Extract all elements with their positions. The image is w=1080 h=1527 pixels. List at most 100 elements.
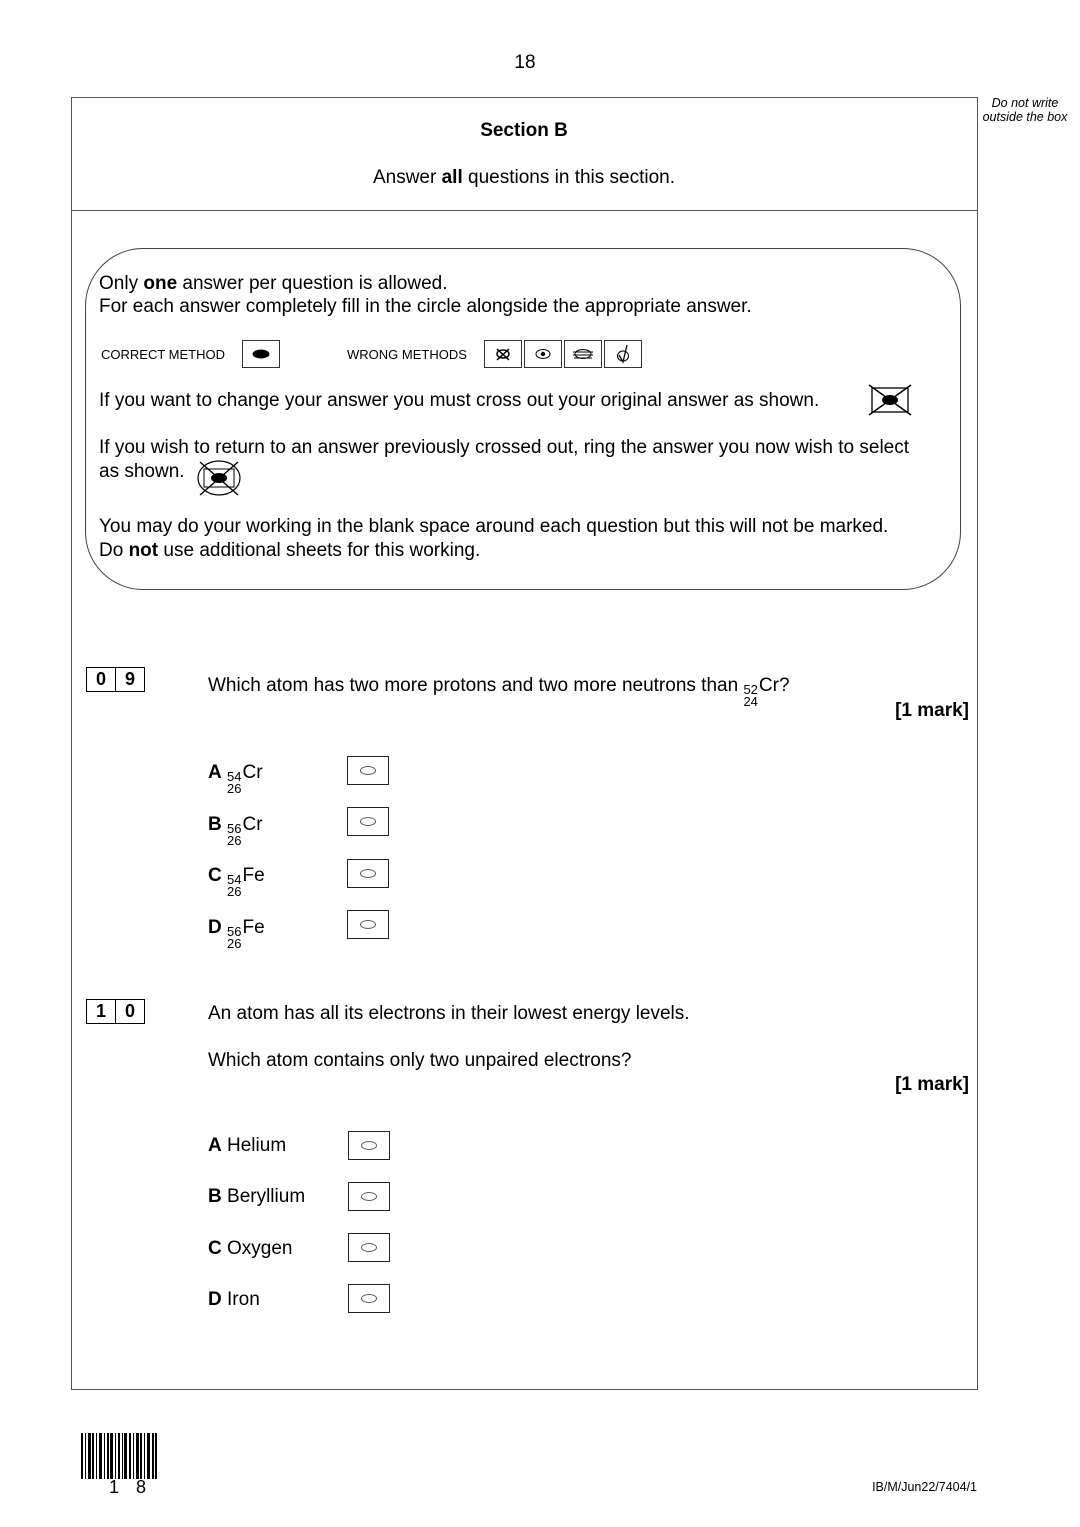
text: Only	[99, 273, 144, 294]
question-text: Which atom has two more protons and two …	[208, 675, 744, 696]
question-digit: 1	[95, 1001, 106, 1021]
oval-icon	[360, 817, 376, 826]
instruction-return-answer-2: as shown.	[99, 461, 185, 482]
option-letter: B	[208, 814, 222, 835]
wrong-dot-example	[524, 340, 562, 368]
option-09-c: C 54 26 Fe	[208, 864, 265, 898]
atomic-number: 26	[227, 781, 242, 796]
option-10-d: D Iron	[208, 1288, 260, 1312]
option-10-c: C Oxygen	[208, 1237, 293, 1261]
question-digit: 0	[115, 1000, 144, 1023]
instruction-no-additional-sheets: Do not use additional sheets for this wo…	[99, 539, 480, 563]
answer-bubble-10-d[interactable]	[348, 1284, 390, 1313]
barcode	[81, 1433, 157, 1479]
option-letter: C	[208, 1238, 222, 1259]
instruction-text: questions in this section.	[462, 167, 676, 188]
crossed-out-example	[868, 384, 912, 421]
answer-bubble-10-b[interactable]	[348, 1182, 390, 1211]
atomic-number: 26	[227, 884, 242, 899]
option-letter: D	[208, 917, 222, 938]
answer-bubble-09-c[interactable]	[347, 859, 389, 888]
atomic-number: 26	[227, 833, 242, 848]
wrong-tick-example	[604, 340, 642, 368]
option-09-b: B 56 26 Cr	[208, 813, 263, 847]
barcode-bar	[155, 1433, 157, 1479]
answer-bubble-09-a[interactable]	[347, 756, 389, 785]
option-label: Iron	[227, 1289, 260, 1310]
section-title: Section B	[480, 120, 568, 141]
element-symbol: Cr	[242, 762, 263, 783]
barcode-digits: 1 8	[109, 1477, 153, 1497]
answer-bubble-09-b[interactable]	[347, 807, 389, 836]
option-09-d: D 56 26 Fe	[208, 916, 265, 950]
text: Do	[99, 540, 129, 561]
dotted-oval-icon	[535, 349, 551, 359]
wrong-cross-example	[484, 340, 522, 368]
wrong-methods-label: WRONG METHODS	[347, 347, 467, 362]
isotope-notation: 52 24	[743, 683, 758, 709]
instruction-return-answer: If you wish to return to an answer previ…	[99, 437, 910, 458]
question-digit: 0	[95, 669, 106, 689]
correct-method-label: CORRECT METHOD	[101, 347, 225, 362]
instruction-change-answer: If you want to change your answer you mu…	[99, 390, 820, 411]
option-letter: A	[208, 1135, 222, 1156]
option-label: Oxygen	[227, 1238, 293, 1259]
isotope-notation: 54 26	[227, 873, 242, 899]
answer-bubble-09-d[interactable]	[347, 910, 389, 939]
oval-icon	[361, 1243, 377, 1252]
text: use additional sheets for this working.	[158, 540, 481, 561]
oval-icon	[360, 766, 376, 775]
oval-icon	[361, 1141, 377, 1150]
instruction-working: You may do your working in the blank spa…	[99, 516, 889, 537]
text-bold: one	[143, 273, 178, 294]
option-letter: B	[208, 1186, 222, 1207]
ringed-example	[196, 459, 244, 504]
instruction-one-answer: Only one answer per question is allowed.	[99, 272, 448, 296]
atomic-number: 24	[743, 694, 758, 709]
option-label: Beryllium	[227, 1186, 306, 1207]
question-number-10: 10	[86, 999, 145, 1024]
answer-bubble-10-c[interactable]	[348, 1233, 390, 1262]
isotope-notation: 56 26	[227, 925, 241, 950]
oval-icon	[360, 869, 376, 878]
question-digit: 9	[115, 668, 144, 691]
wrong-methods-examples	[484, 340, 642, 368]
option-10-a: A Helium	[208, 1134, 286, 1158]
header-divider	[71, 210, 977, 211]
question-10-text-2: Which atom contains only two unpaired el…	[208, 1050, 632, 1071]
option-10-b: B Beryllium	[208, 1185, 305, 1209]
section-instruction: Answer all questions in this section.	[71, 167, 977, 189]
question-10-text-1: An atom has all its electrons in their l…	[208, 1003, 690, 1024]
oval-icon	[361, 1192, 377, 1201]
element-symbol: Fe	[242, 917, 265, 938]
text-bold: not	[128, 540, 159, 561]
element-symbol: Fe	[242, 865, 265, 886]
question-number-09: 09	[86, 667, 145, 692]
answer-bubble-10-a[interactable]	[348, 1131, 390, 1160]
option-label: Helium	[227, 1135, 287, 1156]
ringed-crossed-icon	[197, 460, 241, 496]
instruction-bold: all	[441, 167, 463, 188]
option-letter: A	[208, 762, 222, 783]
margin-note: Do not write outside the box	[982, 96, 1068, 124]
correct-method-example	[242, 340, 280, 368]
option-letter: C	[208, 865, 222, 886]
isotope-notation: 56 26	[227, 822, 242, 848]
option-09-a: A 54 26 Cr	[208, 761, 263, 795]
instruction-fill-circle: For each answer completely fill in the c…	[99, 296, 752, 317]
ticked-oval-icon	[617, 344, 629, 364]
question-09-text: Which atom has two more protons and two …	[208, 674, 790, 708]
oval-icon	[361, 1294, 377, 1303]
isotope-notation: 54 26	[227, 770, 242, 796]
text: answer per question is allowed.	[177, 273, 448, 294]
question-text: ?	[778, 675, 790, 696]
question-09-marks: [1 mark]	[895, 700, 969, 721]
page-number: 18	[514, 52, 536, 73]
option-letter: D	[208, 1289, 222, 1310]
instruction-text: Answer	[372, 167, 442, 188]
oval-icon	[360, 920, 376, 929]
filled-oval-icon	[252, 349, 270, 359]
scribbled-oval-icon	[573, 349, 593, 359]
element-symbol: Cr	[242, 814, 263, 835]
question-10-marks: [1 mark]	[895, 1074, 969, 1095]
